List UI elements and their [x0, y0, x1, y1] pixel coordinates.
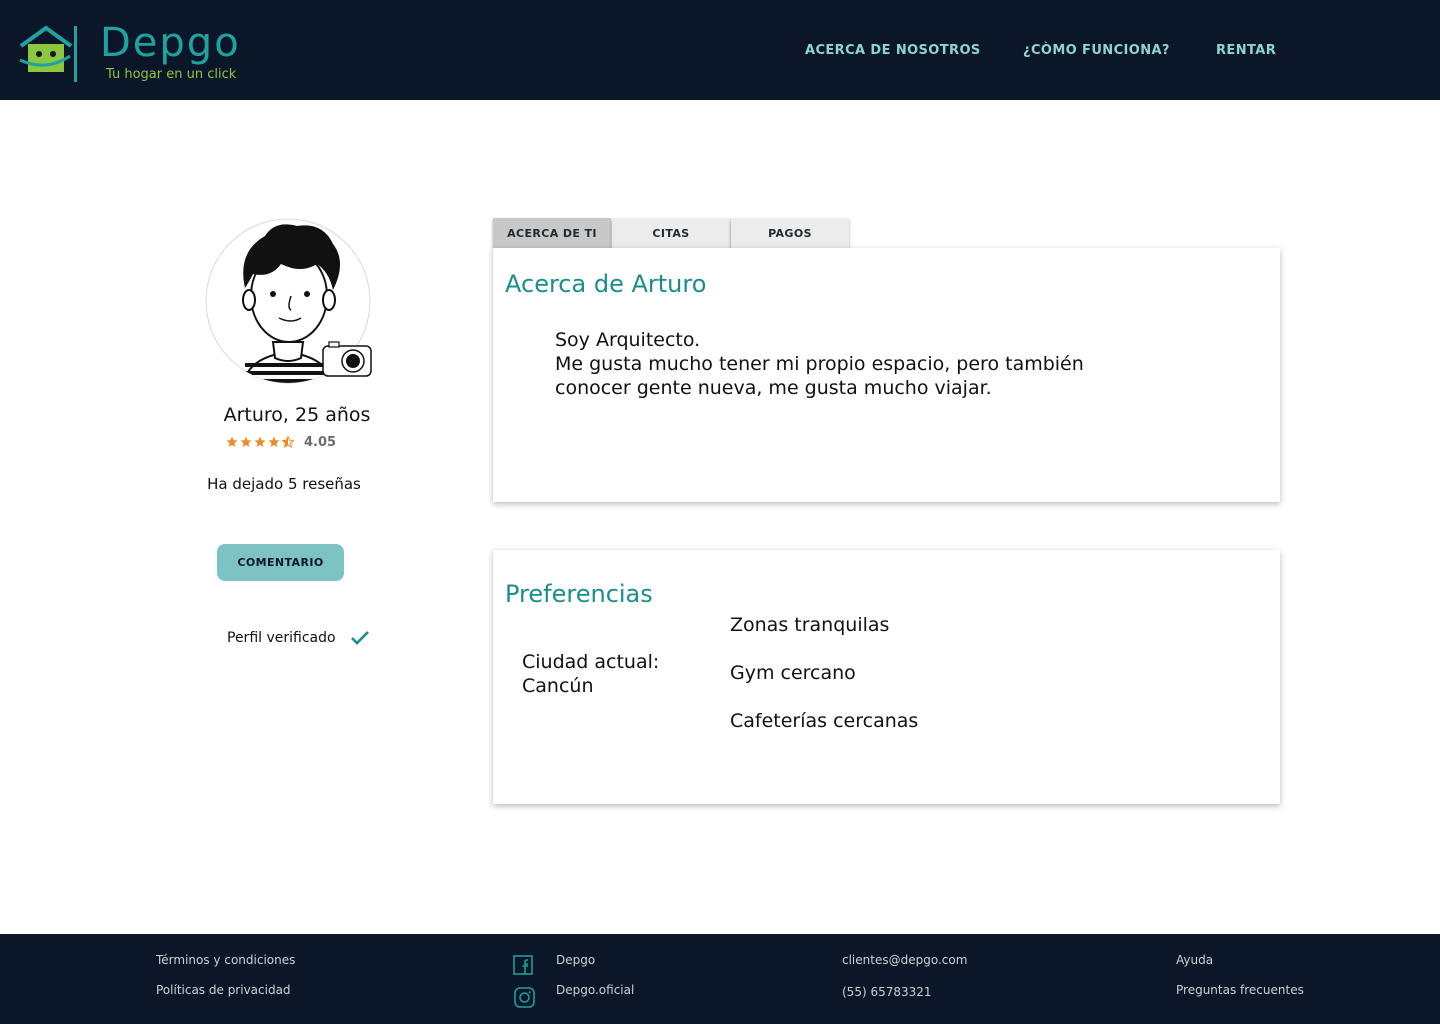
tab-appointments[interactable]: CITAS [612, 218, 730, 248]
footer: Términos y condiciones Políticas de priv… [0, 934, 1440, 1024]
faq-link[interactable]: Preguntas frecuentes [1176, 983, 1304, 997]
preference-item: Zonas tranquilas [730, 614, 890, 636]
current-city: Ciudad actual: Cancún [522, 650, 712, 698]
about-line: Soy Arquitecto. [555, 329, 701, 351]
about-line: Me gusta mucho tener mi propio espacio, … [555, 353, 1084, 375]
tab-payments[interactable]: PAGOS [731, 218, 849, 248]
preferences-title: Preferencias [505, 580, 653, 608]
about-title: Acerca de Arturo [505, 270, 707, 298]
facebook-link[interactable]: Depgo [556, 953, 595, 967]
facebook-icon[interactable] [513, 955, 533, 975]
email-link[interactable]: clientes@depgo.com [842, 953, 967, 967]
about-card: Acerca de Arturo Soy Arquitecto. Me gust… [493, 248, 1280, 502]
comment-button[interactable]: COMENTARIO [217, 544, 344, 581]
logo-divider [74, 26, 77, 82]
profile-name: Arturo, 25 años [223, 404, 371, 426]
brand-logo[interactable]: Depgo Tu hogar en un click [18, 20, 258, 86]
preferences-list: Zonas tranquilas Gym cercano Cafeterías … [730, 614, 918, 758]
camera-icon [322, 341, 372, 377]
instagram-link[interactable]: Depgo.oficial [556, 983, 634, 997]
star-icon [268, 436, 280, 447]
brand-tagline: Tu hogar en un click [106, 67, 237, 82]
verified-label: Perfil verificado [227, 630, 336, 646]
house-logo-icon [19, 25, 73, 72]
checkmark-icon [350, 631, 369, 645]
about-line: conocer gente nueva, me gusta mucho viaj… [555, 377, 992, 399]
profile-tabs: ACERCA DE TI CITAS PAGOS [493, 218, 849, 248]
instagram-icon[interactable] [514, 987, 535, 1008]
avatar-illustration [205, 218, 372, 384]
help-link[interactable]: Ayuda [1176, 953, 1213, 967]
city-value: Cancún [522, 675, 594, 697]
top-navbar: Depgo Tu hogar en un click ACERCA DE NOS… [0, 0, 1440, 100]
avatar [205, 218, 375, 388]
privacy-link[interactable]: Políticas de privacidad [156, 983, 291, 997]
brand-name: Depgo [100, 20, 241, 66]
star-icon [226, 436, 238, 447]
rating-stars [226, 436, 294, 448]
tab-about-you[interactable]: ACERCA DE TI [493, 218, 611, 248]
preference-item: Cafeterías cercanas [730, 710, 919, 732]
terms-link[interactable]: Términos y condiciones [156, 953, 295, 967]
star-icon [240, 436, 252, 447]
nav-about-us[interactable]: ACERCA DE NOSOTROS [805, 43, 981, 58]
star-icon [254, 436, 266, 447]
phone-number: (55) 65783321 [842, 985, 932, 999]
city-label: Ciudad actual: [522, 651, 660, 673]
reviews-count: Ha dejado 5 reseñas [207, 475, 361, 493]
rating-value: 4.05 [304, 434, 337, 450]
nav-how-it-works[interactable]: ¿CÒMO FUNCIONA? [1023, 43, 1170, 58]
preference-item: Gym cercano [730, 662, 856, 684]
star-half-icon [282, 436, 294, 448]
about-text: Soy Arquitecto. Me gusta mucho tener mi … [555, 328, 1175, 400]
verified-profile: Perfil verificado [227, 630, 370, 646]
preferences-card: Preferencias Ciudad actual: Cancún Zonas… [493, 550, 1280, 804]
nav-rent[interactable]: RENTAR [1216, 43, 1276, 58]
rating: 4.05 [226, 434, 336, 450]
